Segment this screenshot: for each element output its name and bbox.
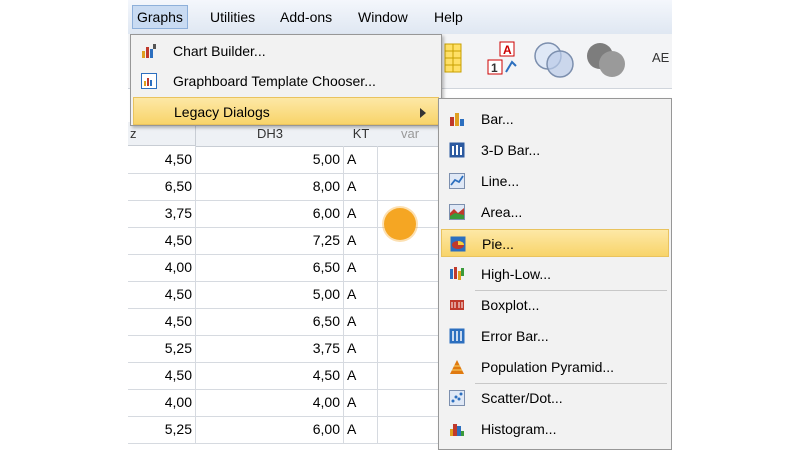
graphs-menu: Chart Builder... Graphboard Template Cho… <box>130 34 442 126</box>
menu-item-histogram[interactable]: Histogram... <box>441 415 669 443</box>
error-bar-icon <box>449 328 465 344</box>
text-abc-icon[interactable]: AE <box>652 50 669 65</box>
cell-dh3[interactable]: 5,00 <box>196 281 344 308</box>
cell-var[interactable] <box>378 173 442 200</box>
chart-builder-icon <box>142 44 156 58</box>
cell-kt[interactable]: A <box>344 227 378 254</box>
cell-z[interactable]: 5,25 <box>128 416 196 443</box>
cell-var[interactable] <box>378 362 442 389</box>
pie-chart-icon <box>450 236 466 252</box>
cell-dh3[interactable]: 8,00 <box>196 173 344 200</box>
menu-item-3d-bar[interactable]: 3-D Bar... <box>441 136 669 164</box>
cell-dh3[interactable]: 4,00 <box>196 389 344 416</box>
cell-kt[interactable]: A <box>344 254 378 281</box>
value-labels-icon[interactable]: A 1 <box>484 40 520 78</box>
menu-item-boxplot[interactable]: Boxplot... <box>441 291 669 319</box>
menu-item-chart-builder[interactable]: Chart Builder... <box>133 37 439 65</box>
cell-var[interactable] <box>378 308 442 335</box>
cell-kt[interactable]: A <box>344 362 378 389</box>
line-chart-icon <box>449 173 465 189</box>
cell-z[interactable]: 4,00 <box>128 254 196 281</box>
population-pyramid-icon <box>450 360 464 374</box>
cell-var[interactable] <box>378 335 442 362</box>
menu-item-high-low[interactable]: High-Low... <box>441 260 669 288</box>
cell-kt[interactable]: A <box>344 416 378 443</box>
cell-z[interactable]: 4,00 <box>128 389 196 416</box>
scatter-plot-icon <box>449 390 465 406</box>
cell-kt[interactable]: A <box>344 200 378 227</box>
menu-item-bar[interactable]: Bar... <box>441 105 669 133</box>
cell-z[interactable]: 4,50 <box>128 308 196 335</box>
menu-item-legacy-dialogs[interactable]: Legacy Dialogs <box>133 97 439 125</box>
histogram-icon <box>450 424 464 436</box>
cell-dh3[interactable]: 6,50 <box>196 308 344 335</box>
table-grid-icon[interactable] <box>444 42 462 74</box>
cell-dh3[interactable]: 4,50 <box>196 362 344 389</box>
cursor-indicator-icon <box>384 208 416 240</box>
venn-weight-cases-icon[interactable] <box>584 40 628 80</box>
cell-dh3[interactable]: 6,00 <box>196 200 344 227</box>
menu-item-scatter-dot[interactable]: Scatter/Dot... <box>441 384 669 412</box>
venn-select-cases-icon[interactable] <box>532 40 576 80</box>
menu-utilities[interactable]: Utilities <box>206 7 259 27</box>
graphboard-icon <box>141 73 157 89</box>
menu-item-population-pyramid[interactable]: Population Pyramid... <box>441 353 669 381</box>
cell-kt[interactable]: A <box>344 389 378 416</box>
cell-dh3[interactable]: 7,25 <box>196 227 344 254</box>
high-low-chart-icon <box>450 267 464 280</box>
cell-dh3[interactable]: 5,00 <box>196 146 344 173</box>
cell-var[interactable] <box>378 281 442 308</box>
svg-text:1: 1 <box>491 61 498 75</box>
cell-z[interactable]: 4,50 <box>128 362 196 389</box>
cell-z[interactable]: 4,50 <box>128 281 196 308</box>
menu-item-area[interactable]: Area... <box>441 198 669 226</box>
cell-kt[interactable]: A <box>344 146 378 173</box>
cell-dh3[interactable]: 6,50 <box>196 254 344 281</box>
submenu-arrow-icon <box>420 108 426 118</box>
cell-var[interactable] <box>378 254 442 281</box>
bar-chart-icon <box>450 113 464 126</box>
cell-kt[interactable]: A <box>344 335 378 362</box>
menu-graphs[interactable]: Graphs <box>132 5 188 29</box>
cell-z[interactable]: 5,25 <box>128 335 196 362</box>
cell-var[interactable] <box>378 416 442 443</box>
menu-item-pie[interactable]: Pie... <box>441 229 669 257</box>
cell-kt[interactable]: A <box>344 173 378 200</box>
cell-kt[interactable]: A <box>344 308 378 335</box>
cell-var[interactable] <box>378 146 442 173</box>
cell-var[interactable] <box>378 389 442 416</box>
legacy-dialogs-submenu: Bar... 3-D Bar... Line... Area... Pie...… <box>438 98 672 450</box>
cell-dh3[interactable]: 6,00 <box>196 416 344 443</box>
menubar: Graphs Utilities Add-ons Window Help <box>128 0 672 35</box>
cell-dh3[interactable]: 3,75 <box>196 335 344 362</box>
spss-window: Graphs Utilities Add-ons Window Help A 1 <box>128 0 672 450</box>
3d-bar-chart-icon <box>449 142 465 158</box>
cell-kt[interactable]: A <box>344 281 378 308</box>
cell-z[interactable]: 4,50 <box>128 227 196 254</box>
menu-item-error-bar[interactable]: Error Bar... <box>441 322 669 350</box>
area-chart-icon <box>449 204 465 220</box>
svg-text:A: A <box>503 43 512 57</box>
menu-help[interactable]: Help <box>430 7 467 27</box>
cell-z[interactable]: 4,50 <box>128 146 196 173</box>
menu-add-ons[interactable]: Add-ons <box>276 7 336 27</box>
menu-item-graphboard-template-chooser[interactable]: Graphboard Template Chooser... <box>133 67 439 95</box>
menu-window[interactable]: Window <box>354 7 412 27</box>
menu-item-line[interactable]: Line... <box>441 167 669 195</box>
cell-z[interactable]: 6,50 <box>128 173 196 200</box>
boxplot-icon <box>450 300 464 310</box>
cell-z[interactable]: 3,75 <box>128 200 196 227</box>
